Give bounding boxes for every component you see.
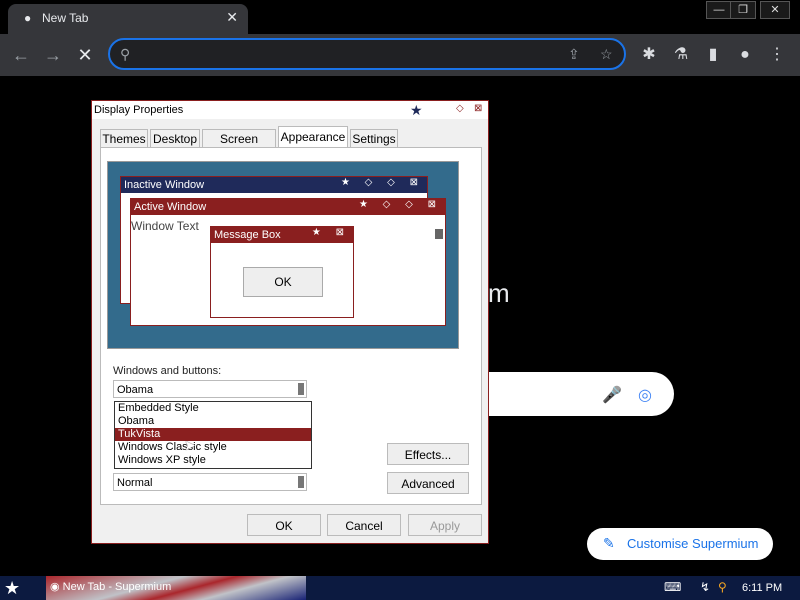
tab-themes[interactable]: Themes [100, 129, 148, 147]
taskbar-item-label: New Tab - Supermium [62, 581, 172, 593]
extensions-icon[interactable]: ✱ [638, 44, 660, 66]
back-icon[interactable]: ← [10, 44, 32, 66]
apply-button[interactable]: Apply [408, 514, 482, 536]
tab-appearance[interactable]: Appearance [278, 126, 348, 148]
preview-message-box: Message Box ★ ⊠ OK [210, 226, 354, 318]
option-windows-classic[interactable]: Windows Classic style [115, 441, 311, 454]
dropdown-arrow-icon[interactable] [298, 383, 304, 395]
dialog-help-icon[interactable]: ◇ [456, 103, 464, 114]
font-size-value: Normal [117, 477, 153, 489]
side-panel-icon[interactable]: ▮ [702, 44, 724, 66]
tab-desktop[interactable]: Desktop [150, 129, 200, 147]
tab-new-tab[interactable]: ● New Tab ✕ [8, 4, 248, 34]
cancel-button[interactable]: Cancel [327, 514, 401, 536]
start-star-icon[interactable]: ★ [4, 578, 20, 599]
omnibox-input[interactable] [138, 44, 542, 66]
window-close-icon[interactable]: ✕ [760, 1, 790, 19]
effects-button[interactable]: Effects... [387, 443, 469, 465]
menu-icon[interactable]: ⋮ [766, 44, 788, 66]
search-tray-icon[interactable]: ⚲ [718, 580, 727, 594]
windows-buttons-options[interactable]: Embedded Style Obama TukVista Windows Cl… [114, 401, 312, 469]
customise-label: Customise Supermium [627, 536, 759, 551]
microphone-icon[interactable]: 🎤 [602, 385, 622, 405]
windows-buttons-label: Windows and buttons: [113, 365, 222, 377]
ntp-search-box[interactable]: 🎤 ◎ [480, 372, 674, 416]
font-size-select[interactable]: Normal [113, 473, 307, 491]
dialog-close-icon[interactable]: ⊠ [474, 103, 482, 114]
restore-icon[interactable]: ❐ [730, 1, 756, 19]
preview-scrollbar-thumb [435, 229, 443, 239]
preview-message-buttons: ★ ⊠ [311, 227, 350, 238]
labs-flask-icon[interactable]: ⚗ [670, 44, 692, 66]
ok-button[interactable]: OK [247, 514, 321, 536]
advanced-button[interactable]: Advanced [387, 472, 469, 494]
browser-app-icon: ◉ [50, 581, 60, 593]
lens-icon[interactable]: ◎ [638, 385, 652, 405]
windows-buttons-value: Obama [117, 384, 154, 396]
dialog-titlebar[interactable]: Display Properties ★ ◇ ⊠ [92, 101, 488, 119]
customise-button[interactable]: ✎ Customise Supermium [587, 528, 773, 560]
network-icon[interactable]: ↯ [700, 580, 710, 594]
forward-icon[interactable]: → [42, 44, 64, 66]
mouse-cursor-icon: ➤ [184, 437, 196, 453]
pencil-icon: ✎ [603, 535, 615, 551]
option-windows-xp[interactable]: Windows XP style [115, 454, 311, 467]
option-tukvista[interactable]: TukVista [115, 428, 311, 441]
favicon-icon: ● [24, 11, 32, 25]
browser-toolbar: ← → ✕ ⚲ ⇪ ☆ ✱ ⚗ ▮ ● ⋮ [0, 34, 800, 76]
taskbar-clock[interactable]: 6:11 PM [742, 582, 782, 594]
omnibox[interactable]: ⚲ ⇪ ☆ [108, 38, 626, 70]
bookmark-star-icon[interactable]: ☆ [600, 46, 613, 63]
tab-close-icon[interactable]: ✕ [226, 9, 238, 26]
appearance-preview: Inactive Window ★ ◇ ◇ ⊠ Active Window ★ … [107, 161, 459, 349]
preview-window-text: Window Text [131, 219, 199, 233]
share-icon[interactable]: ⇪ [568, 46, 580, 63]
tab-screen-saver[interactable]: Screen Saver [202, 129, 276, 164]
windows-buttons-select[interactable]: Obama [113, 380, 307, 398]
ntp-logo-text: m [488, 278, 510, 308]
dropdown-arrow-icon[interactable] [298, 476, 304, 488]
taskbar-item-browser[interactable]: ◉ New Tab - Supermium [50, 580, 171, 593]
keyboard-icon[interactable]: ⌨ [664, 580, 681, 594]
dialog-title: Display Properties [94, 104, 184, 116]
profile-avatar-icon[interactable]: ● [734, 44, 756, 66]
tab-title: New Tab [42, 11, 89, 25]
preview-active-buttons: ★ ◇ ◇ ⊠ [358, 199, 442, 210]
option-obama[interactable]: Obama [115, 415, 311, 428]
preview-inactive-buttons: ★ ◇ ◇ ⊠ [340, 177, 424, 188]
minimize-icon[interactable]: — [706, 1, 732, 19]
stop-icon[interactable]: ✕ [74, 44, 96, 66]
tab-strip: ● New Tab ✕ — ❐ ✕ [0, 0, 800, 34]
preview-ok-button: OK [243, 267, 323, 297]
display-properties-dialog: Display Properties ★ ◇ ⊠ Themes Desktop … [91, 100, 489, 544]
star-icon: ★ [410, 102, 423, 118]
option-embedded-style[interactable]: Embedded Style [115, 402, 311, 415]
search-icon: ⚲ [120, 46, 131, 62]
tab-settings[interactable]: Settings [350, 129, 398, 147]
